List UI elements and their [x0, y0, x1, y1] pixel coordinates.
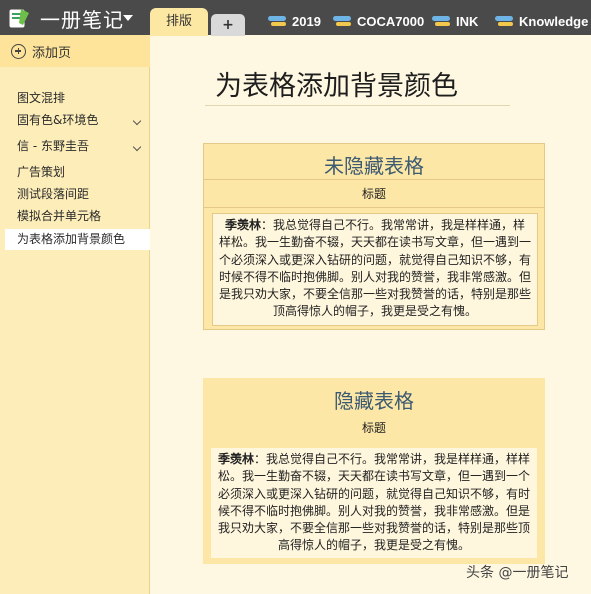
quote-text: ：我总觉得自己不行。我常常讲，我是样样通，样样松。我一生勤奋不辍，天天都在读书写… [219, 218, 532, 319]
table-heading[interactable]: 隐藏表格 [203, 385, 545, 414]
watermark: 头条 @一册笔记 [466, 565, 569, 581]
title-divider [205, 105, 510, 106]
add-page-label: 添加页 [32, 45, 72, 61]
section-label: COCA7000 [357, 13, 425, 29]
table-row-divider [204, 207, 544, 208]
page-item[interactable]: 信 - 东野圭吾 [5, 136, 150, 157]
chevron-down-icon[interactable] [123, 15, 133, 21]
section-icon [432, 15, 450, 27]
author-name: 季羡林 [217, 452, 254, 466]
page-item-label: 图文混排 [17, 91, 66, 105]
page-item-label: 固有色&环境色 [17, 113, 99, 127]
section-tab-coca7000[interactable]: COCA7000 [333, 11, 424, 31]
page-item-label: 为表格添加背景颜色 [17, 232, 126, 246]
page-item-label: 广告策划 [17, 165, 66, 179]
page-item[interactable]: 模拟合并单元格 [5, 206, 150, 227]
page-item[interactable]: 广告策划 [5, 162, 150, 183]
page-item[interactable]: 测试段落间距 [5, 184, 150, 205]
section-label: Knowledge [519, 13, 589, 29]
section-icon [333, 15, 351, 27]
section-tab-ink[interactable]: INK [432, 11, 478, 31]
page-item-selected[interactable]: 为表格添加背景颜色 [5, 229, 150, 250]
table-row-divider [204, 179, 544, 180]
page-item[interactable]: 固有色&环境色 [5, 110, 150, 131]
tab-paiban[interactable]: 排版 [150, 8, 208, 36]
page-item-label: 测试段落间距 [17, 187, 90, 201]
notebook-icon[interactable] [9, 7, 31, 29]
section-label: INK [456, 13, 479, 29]
page-item[interactable]: 图文混排 [5, 88, 150, 109]
page-list-sidebar: 添加页 图文混排 固有色&环境色 信 - 东野圭吾 广告策划 测试段落间距 模拟… [0, 35, 150, 594]
section-tab-knowledge[interactable]: Knowledge [495, 11, 588, 31]
table-subheading[interactable]: 标题 [203, 419, 545, 436]
table-cell-text[interactable]: 季羡林：我总觉得自己不行。我常常讲，我是样样通，样样松。我一生勤奋不辍，天天都在… [211, 448, 537, 558]
plus-circle-icon [11, 43, 26, 59]
section-icon [495, 15, 513, 27]
table-subheading[interactable]: 标题 [204, 185, 544, 202]
quote-text: ：我总觉得自己不行。我常常讲，我是样样通，样样松。我一生勤奋不辍，天天都在读书写… [217, 452, 531, 553]
chevron-down-icon[interactable] [132, 142, 142, 152]
tab-label: 排版 [165, 14, 192, 29]
add-tab-button[interactable]: + [211, 14, 245, 36]
table-cell-text[interactable]: 季羡林：我总觉得自己不行。我常常讲，我是样样通，样样松。我一生勤奋不辍，天天都在… [212, 213, 538, 326]
add-page-button[interactable]: 添加页 [0, 35, 150, 67]
section-icon [268, 15, 286, 27]
table-heading[interactable]: 未隐藏表格 [204, 150, 544, 179]
page-item-label: 模拟合并单元格 [17, 209, 102, 223]
chevron-down-icon[interactable] [132, 116, 142, 126]
notebook-title[interactable]: 一册笔记 [40, 4, 124, 33]
section-label: 2019 [292, 13, 321, 29]
top-bar: 一册笔记 排版 + 2019 COCA7000 INK Knowledge [0, 0, 591, 36]
table-hidden-borders[interactable]: 隐藏表格 标题 季羡林：我总觉得自己不行。我常常讲，我是样样通，样样松。我一生勤… [203, 378, 545, 564]
page-title[interactable]: 为表格添加背景颜色 [215, 64, 458, 103]
author-name: 季羡林 [224, 218, 261, 232]
page-item-label: 信 - 东野圭吾 [17, 139, 89, 153]
table-visible-borders[interactable]: 未隐藏表格 标题 季羡林：我总觉得自己不行。我常常讲，我是样样通，样样松。我一生… [203, 143, 545, 330]
section-tab-2019[interactable]: 2019 [268, 11, 321, 31]
